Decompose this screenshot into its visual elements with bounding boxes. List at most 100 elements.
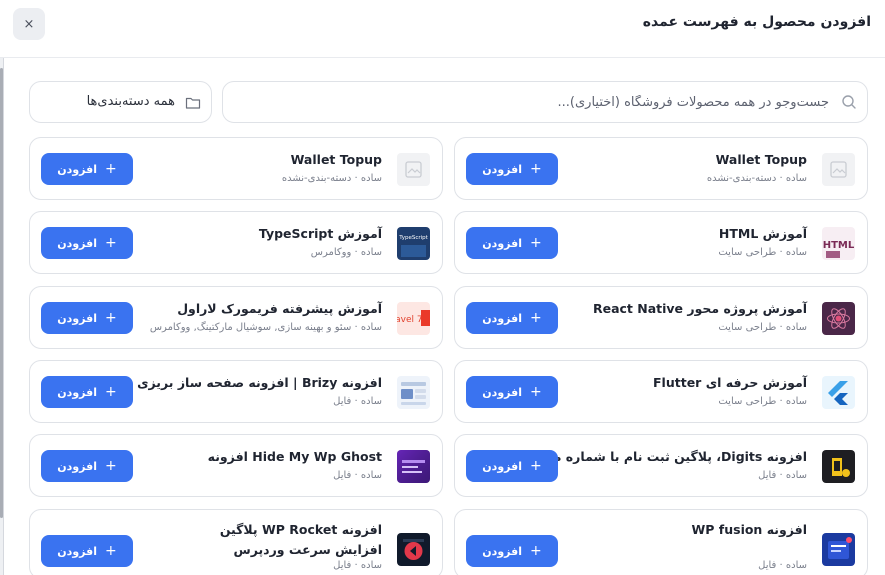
plus-icon: + [529,384,542,400]
add-product-button[interactable]: + افزودن [466,450,558,482]
plus-icon: + [104,384,117,400]
product-thumbnail [822,153,855,186]
product-meta: ساده · فایل [333,396,382,407]
product-card: افزونه Digits، پلاگین ثبت نام با شماره م… [454,434,868,497]
add-product-dialog: افزودن محصول به فهرست عمده × همه دسته‌بن… [0,0,885,575]
product-meta: ساده · فایل [758,470,807,481]
plus-icon: + [104,161,117,177]
product-name: Hide My Wp Ghost افزونه [207,449,382,464]
product-thumbnail [822,302,855,335]
product-card: Wallet Topup ساده · دسته-بندی-نشده + افزودن [29,137,443,200]
add-product-button[interactable]: + افزودن [466,535,558,567]
product-thumbnail [822,376,855,409]
background-scrollbar[interactable] [0,58,4,575]
plus-icon: + [529,543,542,559]
product-thumbnail [397,450,430,483]
add-product-button[interactable]: + افزودن [41,376,133,408]
add-button-label: افزودن [57,544,97,558]
add-button-label: افزودن [482,162,522,176]
product-card: HTML آموزش HTML ساده · طراحی سایت + افزودن [454,211,868,274]
product-name: آموزش HTML [718,226,807,241]
folder-icon [185,97,201,109]
product-card: TypeScript آموزش TypeScript ساده · ووکامرس… [29,211,443,274]
add-button-label: افزودن [57,459,97,473]
product-meta: ساده · فایل [333,470,382,481]
add-product-button[interactable]: + افزودن [41,535,133,567]
product-meta: ساده · طراحی سایت [718,396,807,407]
close-icon: × [23,16,35,32]
add-button-label: افزودن [482,236,522,250]
search-input[interactable] [239,82,829,122]
add-button-label: افزودن [57,236,97,250]
svg-text:ravel 7: ravel 7 [397,315,423,325]
product-card: Hide My Wp Ghost افزونه ساده · فایل + افزود… [29,434,443,497]
product-meta: ساده · دسته-بندی-نشده [706,173,807,184]
product-card: آموزش حرفه ای Flutter ساده · طراحی سایت + ا… [454,360,868,423]
close-button[interactable]: × [13,8,45,40]
product-thumbnail: HTML [822,227,855,260]
add-product-button[interactable]: + افزودن [466,227,558,259]
product-name: آموزش پروژه محور React Native [592,301,807,316]
product-name: افزونه Brizy | افزونه صفحه ساز بریزی پرو [112,375,382,390]
product-name: Wallet Topup [290,152,382,167]
product-card: افزونه WP Rocket پلاگین افزایش سرعت وردپ… [29,509,443,575]
add-button-label: افزودن [482,311,522,325]
plus-icon: + [529,458,542,474]
product-name: آموزش TypeScript [258,226,382,241]
add-product-button[interactable]: + افزودن [41,227,133,259]
product-name: افزونه WP Rocket پلاگین افزایش سرعت وردپ… [219,522,382,557]
plus-icon: + [104,458,117,474]
add-product-button[interactable]: + افزودن [41,450,133,482]
product-meta: ساده · فایل [758,560,807,571]
plus-icon: + [529,235,542,251]
category-filter-label: همه دسته‌بندی‌ها [86,94,175,109]
product-name: افزونه Digits، پلاگین ثبت نام با شماره م… [520,449,807,464]
search-box[interactable] [222,81,868,123]
product-meta: ساده · طراحی سایت [718,322,807,333]
add-product-button[interactable]: + افزودن [466,376,558,408]
plus-icon: + [104,543,117,559]
search-icon [842,95,856,109]
add-button-label: افزودن [57,385,97,399]
product-meta: ساده · فایل [333,560,382,571]
add-product-button[interactable]: + افزودن [41,153,133,185]
product-card: آموزش پروژه محور React Native ساده · طراح… [454,286,868,349]
product-name: آموزش حرفه ای Flutter [653,375,807,390]
product-name: Wallet Topup [715,152,807,167]
add-button-label: افزودن [482,385,522,399]
product-thumbnail [397,376,430,409]
dialog-header: افزودن محصول به فهرست عمده × [0,0,885,58]
product-thumbnail [822,533,855,566]
dialog-title: افزودن محصول به فهرست عمده [642,14,871,30]
product-thumbnail [397,153,430,186]
svg-text:HTML: HTML [823,240,855,251]
svg-text:TypeScript: TypeScript [398,235,428,241]
add-button-label: افزودن [57,311,97,325]
product-card: افزونه Brizy | افزونه صفحه ساز بریزی پرو… [29,360,443,423]
scrollbar-thumb[interactable] [0,68,3,518]
product-meta: ساده · سئو و بهینه سازی, سوشیال مارکتینگ… [149,322,382,333]
product-card: Wallet Topup ساده · دسته-بندی-نشده + افزودن [454,137,868,200]
product-card: ravel 7 آموزش پیشرفته فریمورک لاراول ساده … [29,286,443,349]
product-meta: ساده · ووکامرس [310,247,382,258]
product-thumbnail [822,450,855,483]
product-meta: ساده · دسته-بندی-نشده [281,173,382,184]
plus-icon: + [529,310,542,326]
add-product-button[interactable]: + افزودن [466,153,558,185]
product-card: افزونه WP fusion ساده · فایل + افزودن [454,509,868,575]
add-button-label: افزودن [482,544,522,558]
add-button-label: افزودن [482,459,522,473]
plus-icon: + [104,310,117,326]
plus-icon: + [529,161,542,177]
plus-icon: + [104,235,117,251]
add-product-button[interactable]: + افزودن [466,302,558,334]
product-name: آموزش پیشرفته فریمورک لاراول [177,301,382,316]
product-name: افزونه WP fusion [691,522,807,537]
category-filter[interactable]: همه دسته‌بندی‌ها [29,81,212,123]
product-thumbnail: ravel 7 [397,302,430,335]
product-meta: ساده · طراحی سایت [718,247,807,258]
product-thumbnail [397,533,430,566]
product-thumbnail: TypeScript [397,227,430,260]
add-button-label: افزودن [57,162,97,176]
add-product-button[interactable]: + افزودن [41,302,133,334]
